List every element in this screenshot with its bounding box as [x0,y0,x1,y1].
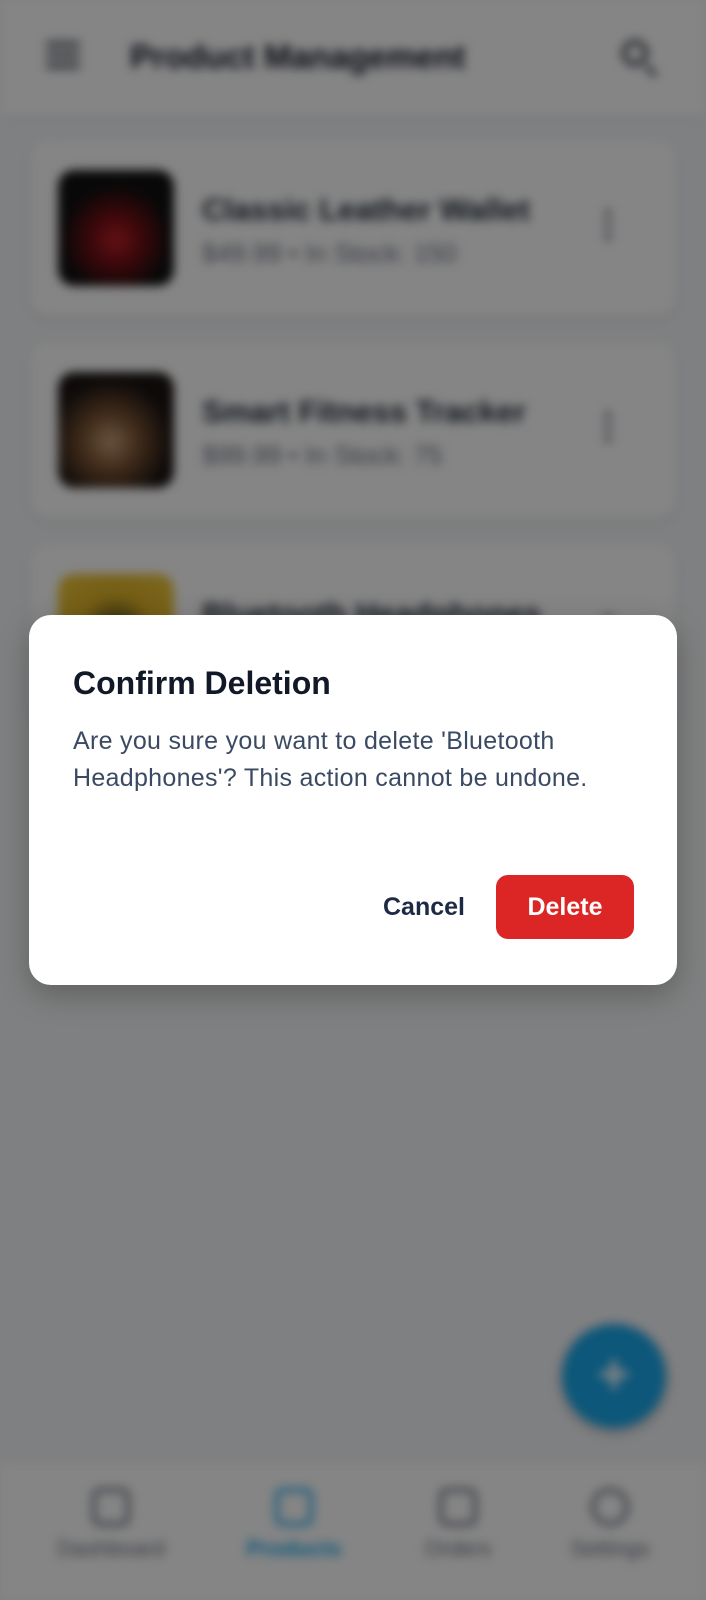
dialog-title: Confirm Deletion [73,665,331,701]
cancel-button[interactable]: Cancel [349,875,499,939]
confirm-deletion-dialog: Confirm Deletion Are you sure you want t… [29,615,677,985]
dialog-message: Are you sure you want to delete 'Bluetoo… [73,727,588,792]
delete-button[interactable]: Delete [496,875,634,939]
